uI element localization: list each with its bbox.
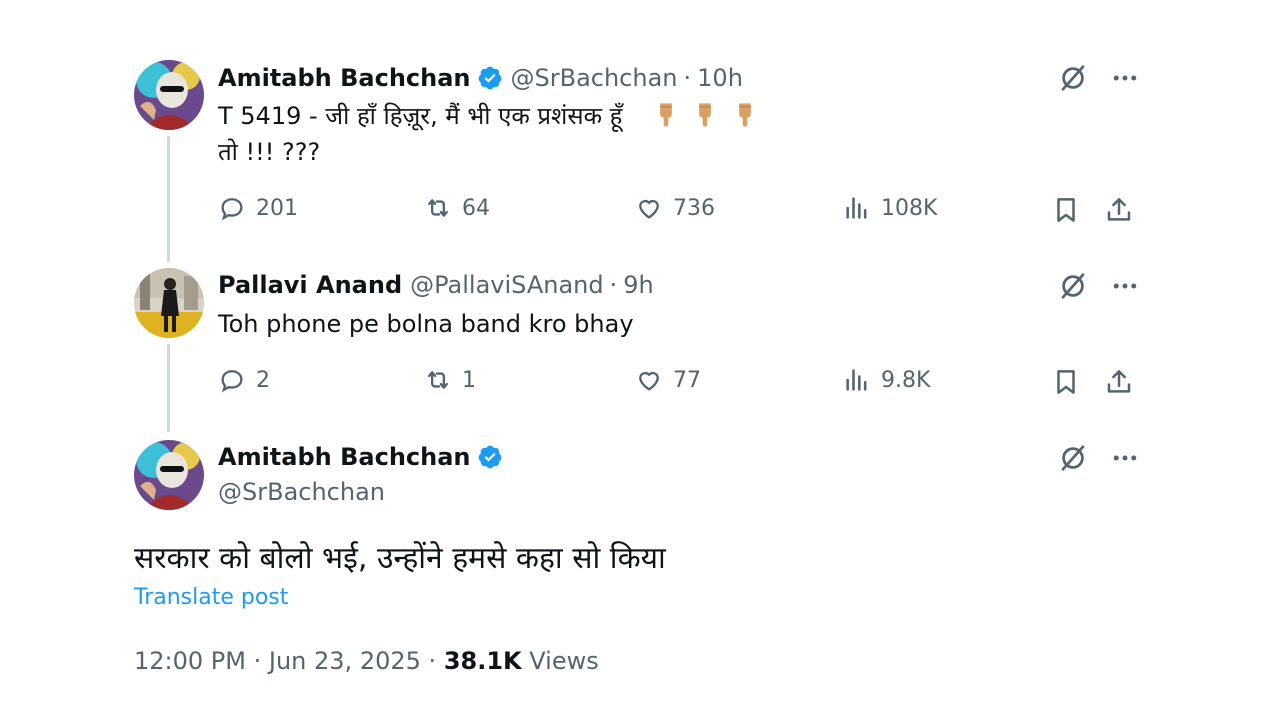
tweet-time[interactable]: 10h bbox=[697, 64, 743, 92]
pointing-down-emoji bbox=[691, 101, 719, 129]
bookmark-icon[interactable] bbox=[1051, 367, 1081, 397]
pointing-down-emoji bbox=[731, 101, 759, 129]
tweet-text-line: तो !!! ??? bbox=[218, 138, 321, 166]
like-button[interactable]: 736 bbox=[635, 194, 715, 222]
author-name[interactable]: Amitabh Bachchan bbox=[218, 64, 471, 92]
analytics-icon bbox=[846, 369, 867, 391]
like-count: 736 bbox=[673, 195, 715, 221]
share-icon[interactable] bbox=[1104, 195, 1134, 225]
tweet-corner-actions bbox=[1056, 269, 1142, 303]
repost-icon bbox=[428, 371, 448, 389]
more-options-icon[interactable] bbox=[1108, 441, 1142, 475]
author-handle[interactable]: @PallaviSAnand bbox=[410, 271, 603, 299]
like-button[interactable]: 77 bbox=[635, 366, 701, 394]
view-count: 108K bbox=[881, 195, 938, 221]
avatar[interactable] bbox=[134, 268, 204, 338]
repost-count: 64 bbox=[462, 195, 490, 221]
views-count[interactable]: 38.1K bbox=[444, 647, 522, 675]
heart-icon bbox=[639, 371, 659, 391]
translate-post-link[interactable]: Translate post bbox=[134, 585, 288, 610]
thread-connector-line bbox=[167, 136, 170, 262]
separator-dot: · bbox=[609, 271, 618, 299]
reply-button[interactable]: 2 bbox=[218, 366, 270, 394]
post-date[interactable]: Jun 23, 2025 bbox=[269, 647, 421, 675]
like-count: 77 bbox=[673, 367, 701, 393]
tweet-header: Amitabh Bachchan bbox=[218, 439, 503, 475]
author-handle[interactable]: @SrBachchan bbox=[511, 64, 678, 92]
separator-dot: · bbox=[683, 64, 692, 92]
thread-connector-line bbox=[167, 344, 170, 432]
tweet-text-line: T 5419 - जी हाँ हिज़ूर, मैं भी एक प्रशंस… bbox=[218, 102, 623, 130]
views-button[interactable]: 9.8K bbox=[843, 366, 930, 394]
tweet-meta: 12:00 PM · Jun 23, 2025 · 38.1K Views bbox=[134, 647, 599, 675]
tweet-header: Pallavi Anand @PallaviSAnand · 9h bbox=[218, 267, 654, 303]
grok-icon[interactable] bbox=[1056, 441, 1090, 475]
avatar[interactable] bbox=[134, 60, 204, 130]
author-handle-row: @SrBachchan bbox=[218, 474, 385, 510]
tweet-time[interactable]: 9h bbox=[623, 271, 653, 299]
author-name[interactable]: Pallavi Anand bbox=[218, 271, 402, 299]
verified-badge-icon[interactable] bbox=[477, 444, 503, 470]
tweet-corner-actions bbox=[1056, 61, 1142, 95]
pointing-down-emoji bbox=[652, 101, 680, 129]
repost-icon bbox=[428, 199, 448, 217]
avatar[interactable] bbox=[134, 440, 204, 510]
grok-icon[interactable] bbox=[1056, 269, 1090, 303]
reply-count: 201 bbox=[256, 195, 298, 221]
heart-icon bbox=[639, 199, 659, 219]
tweet-text: Toh phone pe bolna band kro bhay bbox=[218, 310, 634, 338]
views-button[interactable]: 108K bbox=[843, 194, 937, 222]
tweet-header: Amitabh Bachchan @SrBachchan · 10h bbox=[218, 60, 743, 96]
analytics-icon bbox=[846, 197, 867, 219]
view-count: 9.8K bbox=[881, 367, 931, 393]
more-options-icon[interactable] bbox=[1108, 61, 1142, 95]
separator-dot: · bbox=[253, 647, 269, 675]
reply-count: 2 bbox=[256, 367, 270, 393]
reply-icon bbox=[221, 198, 243, 221]
tweet-corner-actions bbox=[1056, 441, 1142, 475]
repost-button[interactable]: 1 bbox=[424, 366, 476, 394]
tweet-text: सरकार को बोलो भई, उन्होंने हमसे कहा सो क… bbox=[134, 541, 666, 576]
post-time[interactable]: 12:00 PM bbox=[134, 647, 246, 675]
tweet-text: T 5419 - जी हाँ हिज़ूर, मैं भी एक प्रशंस… bbox=[218, 98, 763, 170]
reply-icon bbox=[221, 370, 243, 393]
reply-button[interactable]: 201 bbox=[218, 194, 298, 222]
share-icon[interactable] bbox=[1104, 367, 1134, 397]
author-name[interactable]: Amitabh Bachchan bbox=[218, 443, 471, 471]
author-handle[interactable]: @SrBachchan bbox=[218, 478, 385, 506]
repost-count: 1 bbox=[462, 367, 476, 393]
views-label: Views bbox=[529, 647, 599, 675]
repost-button[interactable]: 64 bbox=[424, 194, 490, 222]
separator-dot: · bbox=[428, 647, 444, 675]
more-options-icon[interactable] bbox=[1108, 269, 1142, 303]
verified-badge-icon[interactable] bbox=[477, 65, 503, 91]
grok-icon[interactable] bbox=[1056, 61, 1090, 95]
bookmark-icon[interactable] bbox=[1051, 195, 1081, 225]
